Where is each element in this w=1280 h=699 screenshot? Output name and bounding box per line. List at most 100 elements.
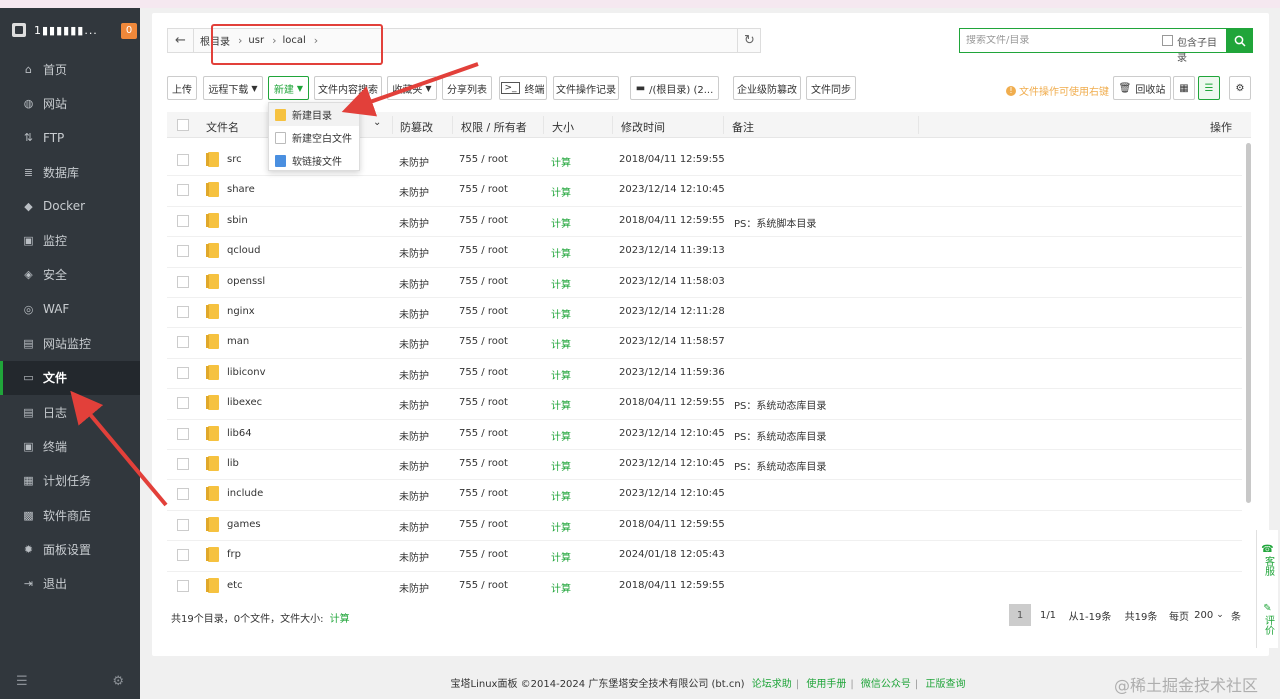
calc-size-link[interactable]: 计算 <box>330 614 350 625</box>
row-checkbox[interactable] <box>177 214 189 227</box>
file-name[interactable]: lib64 <box>227 428 252 439</box>
file-name[interactable]: libiconv <box>227 367 266 378</box>
sidebar-item-7[interactable]: ◎ WAF <box>0 292 140 326</box>
file-name[interactable]: games <box>227 519 261 530</box>
recycle-bin-button[interactable]: 🗑 回收站 <box>1113 76 1171 100</box>
license-link[interactable]: 正版查询 <box>925 679 965 690</box>
permission[interactable]: 755 / root <box>459 184 508 195</box>
col-tamper[interactable]: 防篡改 <box>400 119 433 135</box>
row-checkbox[interactable] <box>177 275 189 288</box>
page-current[interactable]: 1 <box>1009 604 1031 626</box>
size-calc[interactable]: 计算 <box>551 184 571 199</box>
sidebar-item-3[interactable]: ≣ 数据库 <box>0 155 140 189</box>
size-calc[interactable]: 计算 <box>551 276 571 291</box>
remote-download-button[interactable]: 远程下载 ▼ <box>203 76 263 100</box>
sidebar-item-6[interactable]: ◈ 安全 <box>0 258 140 292</box>
row-checkbox[interactable] <box>177 154 189 166</box>
sidebar-item-10[interactable]: ▤ 日志 <box>0 395 140 429</box>
sidebar-item-9[interactable]: ▭ 文件 <box>0 360 140 395</box>
permission[interactable]: 755 / root <box>459 245 508 256</box>
row-checkbox[interactable] <box>177 397 189 410</box>
manual-link[interactable]: 使用手册 <box>806 679 846 690</box>
grid-view-icon[interactable]: ▦ <box>1173 76 1195 100</box>
size-calc[interactable]: 计算 <box>551 428 571 443</box>
file-name[interactable]: libexec <box>227 397 262 408</box>
size-calc[interactable]: 计算 <box>551 580 571 593</box>
file-name[interactable]: qcloud <box>227 245 260 256</box>
sidebar-item-0[interactable]: ⌂ 首页 <box>0 52 140 86</box>
select-all-checkbox[interactable] <box>177 119 189 131</box>
size-calc[interactable]: 计算 <box>551 367 571 382</box>
row-checkbox[interactable] <box>177 518 189 531</box>
permission[interactable]: 755 / root <box>459 488 508 499</box>
table-row[interactable]: frp 未防护 755 / root 计算 2024/01/18 12:05:43 <box>167 541 1242 572</box>
size-calc[interactable]: 计算 <box>551 306 571 321</box>
size-calc[interactable]: 计算 <box>551 154 571 169</box>
size-calc[interactable]: 计算 <box>551 488 571 503</box>
permission[interactable]: 755 / root <box>459 306 508 317</box>
permission[interactable]: 755 / root <box>459 276 508 287</box>
sidebar-item-12[interactable]: ▦ 计划任务 <box>0 464 140 498</box>
share-list-button[interactable]: 分享列表 <box>442 76 492 100</box>
col-mtime[interactable]: 修改时间 <box>621 119 665 135</box>
per-page-select[interactable]: 200 ⌄ <box>1192 604 1226 626</box>
sort-chevron-icon[interactable]: ⌄ <box>373 117 381 128</box>
permission[interactable]: 755 / root <box>459 215 508 226</box>
sidebar-item-8[interactable]: ▤ 网站监控 <box>0 326 140 360</box>
table-row[interactable]: libexec 未防护 755 / root 计算 2018/04/11 12:59:5… <box>167 389 1242 420</box>
file-op-log-button[interactable]: 文件操作记录 <box>553 76 619 100</box>
col-filename[interactable]: 文件名 <box>206 119 239 135</box>
table-row[interactable]: games 未防护 755 / root 计算 2018/04/11 12:59:55 <box>167 511 1242 542</box>
row-checkbox[interactable] <box>177 579 189 592</box>
row-checkbox[interactable] <box>177 427 189 440</box>
sidebar-item-11[interactable]: ▣ 终端 <box>0 429 140 463</box>
file-name[interactable]: openssl <box>227 276 265 287</box>
vertical-scrollbar[interactable] <box>1246 143 1251 503</box>
content-search-button[interactable]: 文件内容搜索 <box>314 76 382 100</box>
size-calc[interactable]: 计算 <box>551 549 571 564</box>
permission[interactable]: 755 / root <box>459 397 508 408</box>
table-row[interactable]: man 未防护 755 / root 计算 2023/12/14 11:58:57 <box>167 328 1242 359</box>
row-checkbox[interactable] <box>177 336 189 349</box>
permission[interactable]: 755 / root <box>459 549 508 560</box>
file-name[interactable]: include <box>227 488 263 499</box>
permission[interactable]: 755 / root <box>459 154 508 165</box>
file-name[interactable]: lib <box>227 458 239 469</box>
notification-badge[interactable]: 0 <box>121 23 137 39</box>
permission[interactable]: 755 / root <box>459 580 508 591</box>
file-name[interactable]: etc <box>227 580 243 591</box>
refresh-icon[interactable]: ↻ <box>737 28 761 53</box>
sidebar-item-1[interactable]: ◍ 网站 <box>0 86 140 120</box>
table-row[interactable]: nginx 未防护 755 / root 计算 2023/12/14 12:11:28 <box>167 298 1242 329</box>
file-name[interactable]: nginx <box>227 306 255 317</box>
permission[interactable]: 755 / root <box>459 428 508 439</box>
menu-item-new-folder[interactable]: 新建目录 <box>269 103 359 126</box>
upload-button[interactable]: 上传 <box>167 76 197 100</box>
table-row[interactable]: qcloud 未防护 755 / root 计算 2023/12/14 11:39:13 <box>167 237 1242 268</box>
col-size[interactable]: 大小 <box>552 119 574 135</box>
table-row[interactable]: include 未防护 755 / root 计算 2023/12/14 12:10:4… <box>167 480 1242 511</box>
col-permission[interactable]: 权限 / 所有者 <box>461 119 527 135</box>
include-subdir-checkbox[interactable] <box>1162 35 1173 46</box>
menu-item-symlink[interactable]: 软链接文件 <box>269 149 359 172</box>
favorites-button[interactable]: 收藏夹 ▼ <box>387 76 437 100</box>
review-button[interactable]: ✎ 评价 <box>1257 589 1278 648</box>
file-name[interactable]: sbin <box>227 215 248 226</box>
terminal-button[interactable]: >_ 终端 <box>499 76 547 100</box>
size-calc[interactable]: 计算 <box>551 458 571 473</box>
row-checkbox[interactable] <box>177 245 189 258</box>
sidebar-item-13[interactable]: ▩ 软件商店 <box>0 498 140 532</box>
size-calc[interactable]: 计算 <box>551 336 571 351</box>
table-row[interactable]: libiconv 未防护 755 / root 计算 2023/12/14 11:59:… <box>167 359 1242 390</box>
list-view-icon[interactable]: ☰ <box>1198 76 1220 100</box>
row-checkbox[interactable] <box>177 306 189 318</box>
size-calc[interactable]: 计算 <box>551 519 571 534</box>
table-row[interactable]: etc 未防护 755 / root 计算 2018/04/11 12:59:55 <box>167 572 1242 593</box>
table-row[interactable]: sbin 未防护 755 / root 计算 2018/04/11 12:59:55 PS… <box>167 207 1242 238</box>
size-calc[interactable]: 计算 <box>551 215 571 230</box>
row-checkbox[interactable] <box>177 549 189 562</box>
row-checkbox[interactable] <box>177 366 189 379</box>
permission[interactable]: 755 / root <box>459 367 508 378</box>
sidebar-item-4[interactable]: ◆ Docker <box>0 189 140 223</box>
file-name[interactable]: share <box>227 184 255 195</box>
